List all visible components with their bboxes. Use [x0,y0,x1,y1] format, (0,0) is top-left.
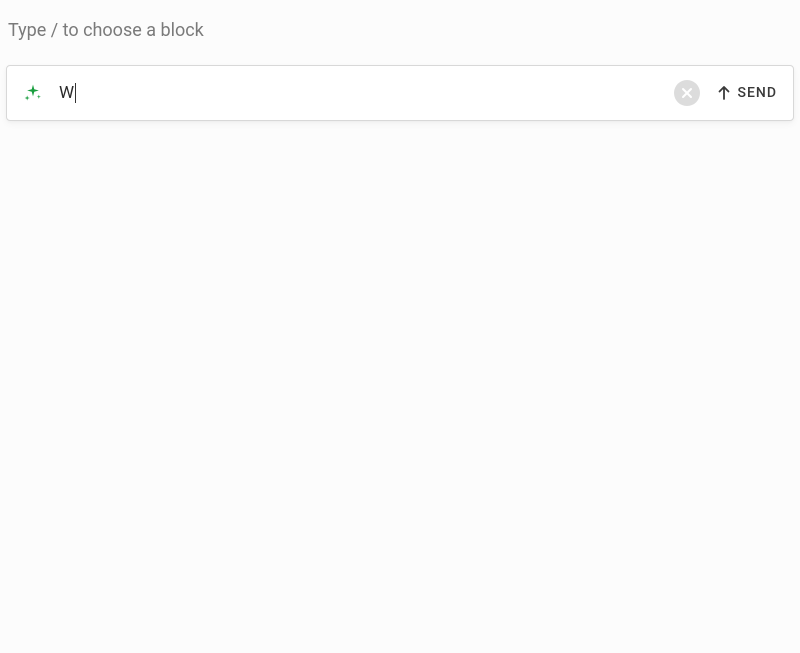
input-value: W [59,83,74,103]
block-chooser-hint: Type / to choose a block [8,20,794,41]
prompt-input[interactable]: W [59,83,658,103]
close-icon [681,84,693,103]
ai-input-box: W SEND [6,65,794,121]
sparkle-icon [23,83,43,103]
clear-button[interactable] [674,80,700,106]
send-button[interactable]: SEND [716,85,777,101]
arrow-up-icon [716,85,732,101]
send-label: SEND [738,85,777,101]
text-caret [75,83,76,103]
